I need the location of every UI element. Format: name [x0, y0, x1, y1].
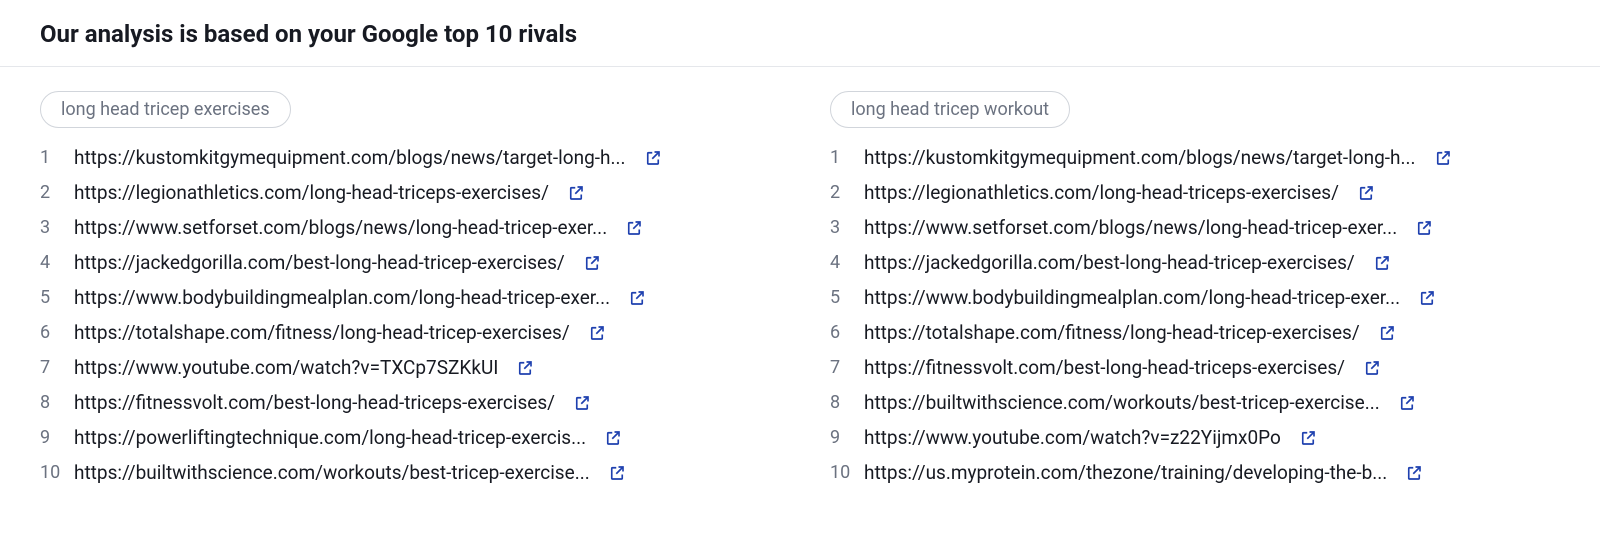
- url-text[interactable]: https://legionathletics.com/long-head-tr…: [864, 181, 1339, 204]
- list-item: 10 https://builtwithscience.com/workouts…: [40, 461, 770, 484]
- rank-number: 7: [830, 357, 852, 378]
- rank-number: 10: [830, 462, 852, 483]
- rank-number: 4: [830, 252, 852, 273]
- external-link-icon[interactable]: [604, 429, 622, 447]
- list-item: 1 https://kustomkitgymequipment.com/blog…: [830, 146, 1560, 169]
- external-link-icon[interactable]: [628, 289, 646, 307]
- url-text[interactable]: https://www.setforset.com/blogs/news/lon…: [864, 216, 1397, 239]
- rank-number: 7: [40, 357, 62, 378]
- rank-number: 10: [40, 462, 62, 483]
- external-link-icon[interactable]: [1363, 359, 1381, 377]
- rank-number: 5: [830, 287, 852, 308]
- list-item: 2 https://legionathletics.com/long-head-…: [40, 181, 770, 204]
- rank-number: 3: [40, 217, 62, 238]
- external-link-icon[interactable]: [567, 184, 585, 202]
- list-item: 7 https://fitnessvolt.com/best-long-head…: [830, 356, 1560, 379]
- external-link-icon[interactable]: [1378, 324, 1396, 342]
- external-link-icon[interactable]: [1398, 394, 1416, 412]
- keyword-column: long head tricep workout 1 https://kusto…: [830, 91, 1560, 484]
- rank-number: 2: [830, 182, 852, 203]
- external-link-icon[interactable]: [1415, 219, 1433, 237]
- rivals-columns: long head tricep exercises 1 https://kus…: [0, 67, 1600, 494]
- url-text[interactable]: https://www.youtube.com/watch?v=TXCp7SZK…: [74, 356, 498, 379]
- rank-number: 2: [40, 182, 62, 203]
- url-text[interactable]: https://kustomkitgymequipment.com/blogs/…: [74, 146, 626, 169]
- list-item: 5 https://www.bodybuildingmealplan.com/l…: [830, 286, 1560, 309]
- url-text[interactable]: https://jackedgorilla.com/best-long-head…: [864, 251, 1355, 274]
- url-text[interactable]: https://builtwithscience.com/workouts/be…: [74, 461, 590, 484]
- keyword-chip[interactable]: long head tricep exercises: [40, 91, 291, 128]
- url-text[interactable]: https://totalshape.com/fitness/long-head…: [74, 321, 570, 344]
- url-text[interactable]: https://www.bodybuildingmealplan.com/lon…: [864, 286, 1400, 309]
- rank-number: 1: [40, 147, 62, 168]
- list-item: 2 https://legionathletics.com/long-head-…: [830, 181, 1560, 204]
- url-text[interactable]: https://powerliftingtechnique.com/long-h…: [74, 426, 586, 449]
- url-text[interactable]: https://fitnessvolt.com/best-long-head-t…: [864, 356, 1345, 379]
- list-item: 8 https://fitnessvolt.com/best-long-head…: [40, 391, 770, 414]
- url-text[interactable]: https://www.setforset.com/blogs/news/lon…: [74, 216, 607, 239]
- url-text[interactable]: https://kustomkitgymequipment.com/blogs/…: [864, 146, 1416, 169]
- keyword-chip[interactable]: long head tricep workout: [830, 91, 1070, 128]
- url-text[interactable]: https://www.youtube.com/watch?v=z22Yijmx…: [864, 426, 1281, 449]
- url-text[interactable]: https://builtwithscience.com/workouts/be…: [864, 391, 1380, 414]
- rank-number: 1: [830, 147, 852, 168]
- list-item: 4 https://jackedgorilla.com/best-long-he…: [40, 251, 770, 274]
- rank-number: 9: [830, 427, 852, 448]
- url-text[interactable]: https://www.bodybuildingmealplan.com/lon…: [74, 286, 610, 309]
- keyword-column: long head tricep exercises 1 https://kus…: [40, 91, 770, 484]
- external-link-icon[interactable]: [573, 394, 591, 412]
- url-list: 1 https://kustomkitgymequipment.com/blog…: [830, 146, 1560, 484]
- url-text[interactable]: https://totalshape.com/fitness/long-head…: [864, 321, 1360, 344]
- page-title: Our analysis is based on your Google top…: [40, 20, 1560, 48]
- external-link-icon[interactable]: [516, 359, 534, 377]
- rank-number: 6: [830, 322, 852, 343]
- rank-number: 9: [40, 427, 62, 448]
- external-link-icon[interactable]: [1299, 429, 1317, 447]
- external-link-icon[interactable]: [1373, 254, 1391, 272]
- list-item: 6 https://totalshape.com/fitness/long-he…: [40, 321, 770, 344]
- list-item: 4 https://jackedgorilla.com/best-long-he…: [830, 251, 1560, 274]
- list-item: 8 https://builtwithscience.com/workouts/…: [830, 391, 1560, 414]
- external-link-icon[interactable]: [644, 149, 662, 167]
- list-item: 10 https://us.myprotein.com/thezone/trai…: [830, 461, 1560, 484]
- external-link-icon[interactable]: [1405, 464, 1423, 482]
- list-item: 3 https://www.setforset.com/blogs/news/l…: [830, 216, 1560, 239]
- external-link-icon[interactable]: [583, 254, 601, 272]
- url-text[interactable]: https://legionathletics.com/long-head-tr…: [74, 181, 549, 204]
- list-item: 3 https://www.setforset.com/blogs/news/l…: [40, 216, 770, 239]
- rank-number: 3: [830, 217, 852, 238]
- url-list: 1 https://kustomkitgymequipment.com/blog…: [40, 146, 770, 484]
- external-link-icon[interactable]: [588, 324, 606, 342]
- list-item: 6 https://totalshape.com/fitness/long-he…: [830, 321, 1560, 344]
- external-link-icon[interactable]: [625, 219, 643, 237]
- external-link-icon[interactable]: [1357, 184, 1375, 202]
- url-text[interactable]: https://fitnessvolt.com/best-long-head-t…: [74, 391, 555, 414]
- list-item: 5 https://www.bodybuildingmealplan.com/l…: [40, 286, 770, 309]
- external-link-icon[interactable]: [1434, 149, 1452, 167]
- list-item: 9 https://powerliftingtechnique.com/long…: [40, 426, 770, 449]
- external-link-icon[interactable]: [1418, 289, 1436, 307]
- list-item: 9 https://www.youtube.com/watch?v=z22Yij…: [830, 426, 1560, 449]
- url-text[interactable]: https://jackedgorilla.com/best-long-head…: [74, 251, 565, 274]
- rank-number: 8: [40, 392, 62, 413]
- url-text[interactable]: https://us.myprotein.com/thezone/trainin…: [864, 461, 1387, 484]
- list-item: 1 https://kustomkitgymequipment.com/blog…: [40, 146, 770, 169]
- rank-number: 4: [40, 252, 62, 273]
- rank-number: 5: [40, 287, 62, 308]
- rank-number: 6: [40, 322, 62, 343]
- external-link-icon[interactable]: [608, 464, 626, 482]
- analysis-header: Our analysis is based on your Google top…: [0, 0, 1600, 67]
- list-item: 7 https://www.youtube.com/watch?v=TXCp7S…: [40, 356, 770, 379]
- rank-number: 8: [830, 392, 852, 413]
